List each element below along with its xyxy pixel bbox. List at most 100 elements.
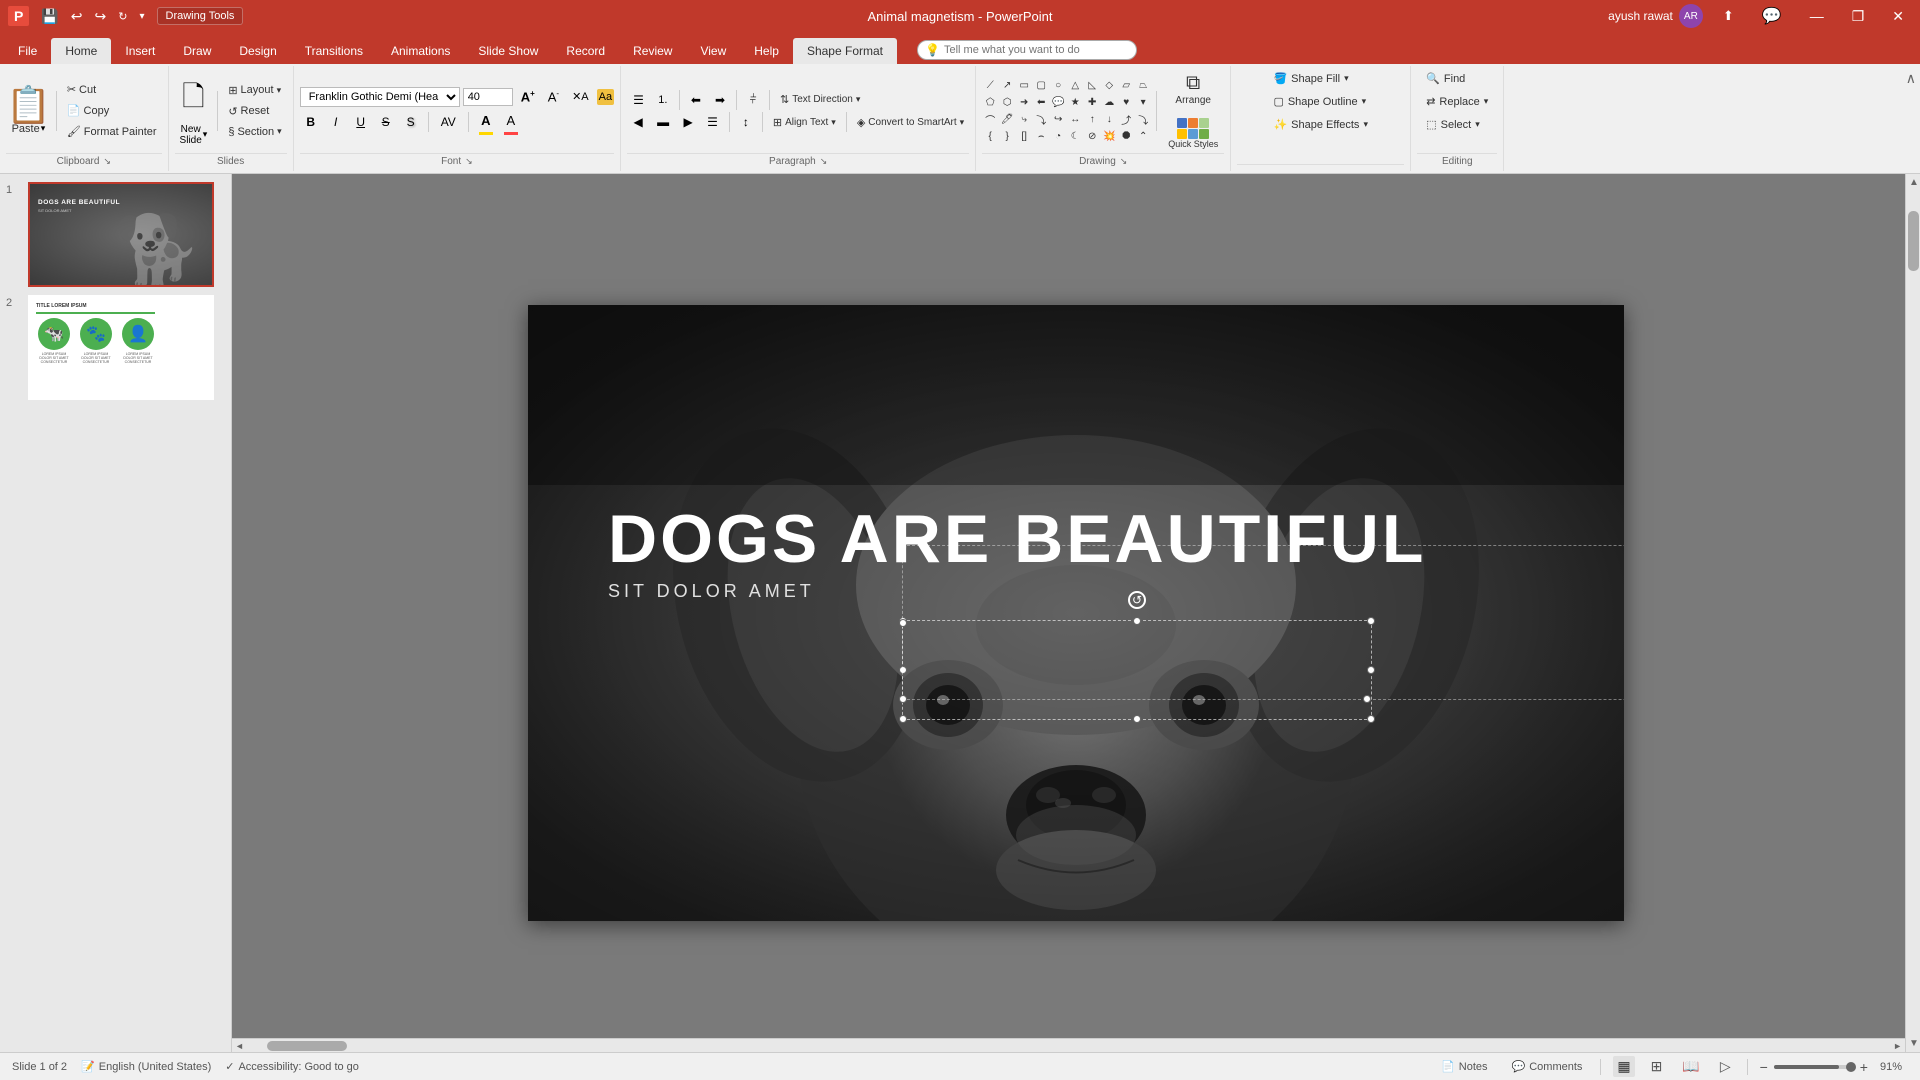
indent-decrease-button[interactable]: ⬅	[685, 90, 707, 110]
notes-button[interactable]: 📄 Notes	[1435, 1058, 1493, 1075]
reset-button[interactable]: ↺ Reset	[223, 102, 286, 121]
replace-button[interactable]: ⇄ Replace ▾	[1417, 91, 1497, 112]
strikethrough-button[interactable]: S	[375, 112, 397, 132]
font-color-button[interactable]: A	[475, 110, 497, 131]
highlight-button[interactable]: A	[500, 110, 522, 131]
clipboard-expand-icon[interactable]: ↘	[103, 156, 111, 167]
copy-button[interactable]: 📄 Copy	[62, 101, 162, 120]
horizontal-scrollbar[interactable]: ◄ ►	[232, 1038, 1905, 1052]
clear-format-button[interactable]: ✕A	[567, 87, 594, 106]
select-button[interactable]: ⬚ Select ▾	[1417, 114, 1489, 135]
shape-bend-connector[interactable]: ⤵	[1033, 111, 1049, 127]
increase-font-button[interactable]: A+	[516, 86, 540, 107]
format-painter-button[interactable]: 🖌 Format Painter	[62, 122, 162, 141]
h-scroll-track[interactable]	[247, 1039, 1890, 1052]
slide-subtitle[interactable]: SIT DOLOR AMET	[608, 581, 1426, 602]
tab-review[interactable]: Review	[619, 38, 686, 64]
shape-arrow-left[interactable]: ⬅	[1033, 94, 1049, 110]
underline-button[interactable]: U	[350, 112, 372, 132]
shape-fill-arrow[interactable]: ▾	[1344, 73, 1349, 84]
shape-trapezoid[interactable]: ⏢	[1135, 77, 1151, 93]
bold-button[interactable]: B	[300, 112, 322, 132]
scroll-up-button[interactable]: ▲	[1906, 174, 1920, 191]
tab-design[interactable]: Design	[225, 38, 290, 64]
tab-insert[interactable]: Insert	[111, 38, 169, 64]
new-slide-arrow[interactable]: ▾	[203, 129, 208, 140]
change-case-button[interactable]: Aa	[597, 89, 614, 105]
font-size-input[interactable]	[463, 88, 513, 106]
align-left-button[interactable]: ◀	[627, 112, 649, 132]
quick-styles-button[interactable]: Quick Styles	[1162, 114, 1224, 153]
decrease-font-button[interactable]: A-	[543, 86, 564, 107]
scroll-left-button[interactable]: ◄	[232, 1039, 247, 1052]
restore-button[interactable]: ❐	[1844, 6, 1873, 27]
tab-shape-format[interactable]: Shape Format	[793, 38, 897, 64]
reading-view-button[interactable]: 📖	[1678, 1056, 1703, 1077]
shape-effects-button[interactable]: ✨ Shape Effects ▾	[1264, 114, 1377, 135]
slide-item-2[interactable]: 2 TITLE LOREM IPSUM 🐄 LOREM IPSUM DOLOR …	[6, 295, 225, 400]
shape-fill-button[interactable]: 🪣 Shape Fill ▾	[1264, 68, 1357, 89]
paragraph-label[interactable]: Paragraph ↘	[627, 153, 969, 169]
shape-octagon[interactable]: ⯃	[1118, 128, 1134, 144]
text-dir-arrow[interactable]: ▾	[856, 94, 861, 105]
close-button[interactable]: ✕	[1884, 6, 1912, 27]
scroll-track[interactable]	[1906, 191, 1920, 1035]
shape-triangle[interactable]: △	[1067, 77, 1083, 93]
indent-increase-button[interactable]: ➡	[709, 90, 731, 110]
shape-outline-arrow[interactable]: ▾	[1362, 96, 1367, 107]
tell-me-input[interactable]	[917, 40, 1137, 60]
tab-transitions[interactable]: Transitions	[291, 38, 377, 64]
comments-button[interactable]: 💬	[1754, 4, 1790, 28]
save-button[interactable]: 💾	[37, 6, 62, 27]
find-button[interactable]: 🔍 Find	[1417, 68, 1474, 89]
shape-arrow-right[interactable]: ➜	[1016, 94, 1032, 110]
paste-button-area[interactable]: 📋 Paste ▾	[6, 87, 51, 135]
bullets-button[interactable]: ☰	[627, 90, 650, 110]
shape-cross[interactable]: ✚	[1084, 94, 1100, 110]
layout-button[interactable]: ⊞ Layout ▾	[223, 81, 286, 100]
shape-elbow[interactable]: ↪	[1050, 111, 1066, 127]
align-center-button[interactable]: ▬	[651, 112, 675, 132]
new-slide-button[interactable]: 🗋 NewSlide ▾	[175, 73, 213, 149]
shape-callout[interactable]: 💬	[1050, 94, 1066, 110]
paragraph-expand-icon[interactable]: ↘	[820, 156, 828, 167]
shape-bracket-pair[interactable]: []	[1016, 128, 1032, 144]
repeat-button[interactable]: ↻	[114, 8, 131, 25]
justify-button[interactable]: ☰	[701, 112, 724, 132]
customize-quick-access-button[interactable]: ▾	[135, 9, 148, 24]
share-button[interactable]: ⬆	[1715, 6, 1742, 26]
shape-curved-up[interactable]: ⤴	[1118, 111, 1134, 127]
normal-view-button[interactable]: ▦	[1613, 1056, 1634, 1077]
slide-text-content[interactable]: DOGS ARE BEAUTIFUL SIT DOLOR AMET	[608, 505, 1426, 602]
text-shadow-button[interactable]: S	[400, 112, 422, 132]
shape-star[interactable]: ★	[1067, 94, 1083, 110]
section-button[interactable]: § Section ▾	[223, 123, 286, 141]
zoom-in-button[interactable]: +	[1860, 1059, 1868, 1075]
smartart-arrow[interactable]: ▾	[960, 117, 965, 128]
shape-explosion[interactable]: 💥	[1101, 128, 1117, 144]
clipboard-label[interactable]: Clipboard ↘	[6, 153, 162, 169]
shape-moon[interactable]: ☾	[1067, 128, 1083, 144]
shape-brace-left[interactable]: {	[982, 128, 998, 144]
shape-rt-triangle[interactable]: ◺	[1084, 77, 1100, 93]
shape-hexagon[interactable]: ⬡	[999, 94, 1015, 110]
align-text-arrow[interactable]: ▾	[831, 117, 836, 128]
comments-button[interactable]: 💬 Comments	[1506, 1058, 1589, 1075]
replace-arrow[interactable]: ▾	[1484, 96, 1489, 107]
zoom-percent-button[interactable]: 91%	[1874, 1059, 1908, 1075]
shape-rectangle[interactable]: ▭	[1016, 77, 1032, 93]
paste-icon[interactable]: 📋	[6, 87, 51, 123]
redo-button[interactable]: ↪	[91, 6, 111, 27]
shape-double-arrow[interactable]: ↔	[1067, 111, 1083, 127]
shape-up-arrow[interactable]: ↑	[1084, 111, 1100, 127]
line-spacing-button[interactable]: ↕	[735, 112, 757, 132]
tab-view[interactable]: View	[686, 38, 740, 64]
shape-pentagon[interactable]: ⬠	[982, 94, 998, 110]
shape-freeform[interactable]: 🖊	[999, 111, 1015, 127]
font-label[interactable]: Font ↘	[300, 153, 614, 169]
shape-diamond[interactable]: ◇	[1101, 77, 1117, 93]
shape-arc[interactable]: ⌢	[1033, 128, 1049, 144]
align-text-button[interactable]: ⊞ Align Text ▾	[768, 113, 841, 132]
shape-curve[interactable]: ⌒	[982, 111, 998, 127]
align-right-button[interactable]: ▶	[677, 112, 699, 132]
